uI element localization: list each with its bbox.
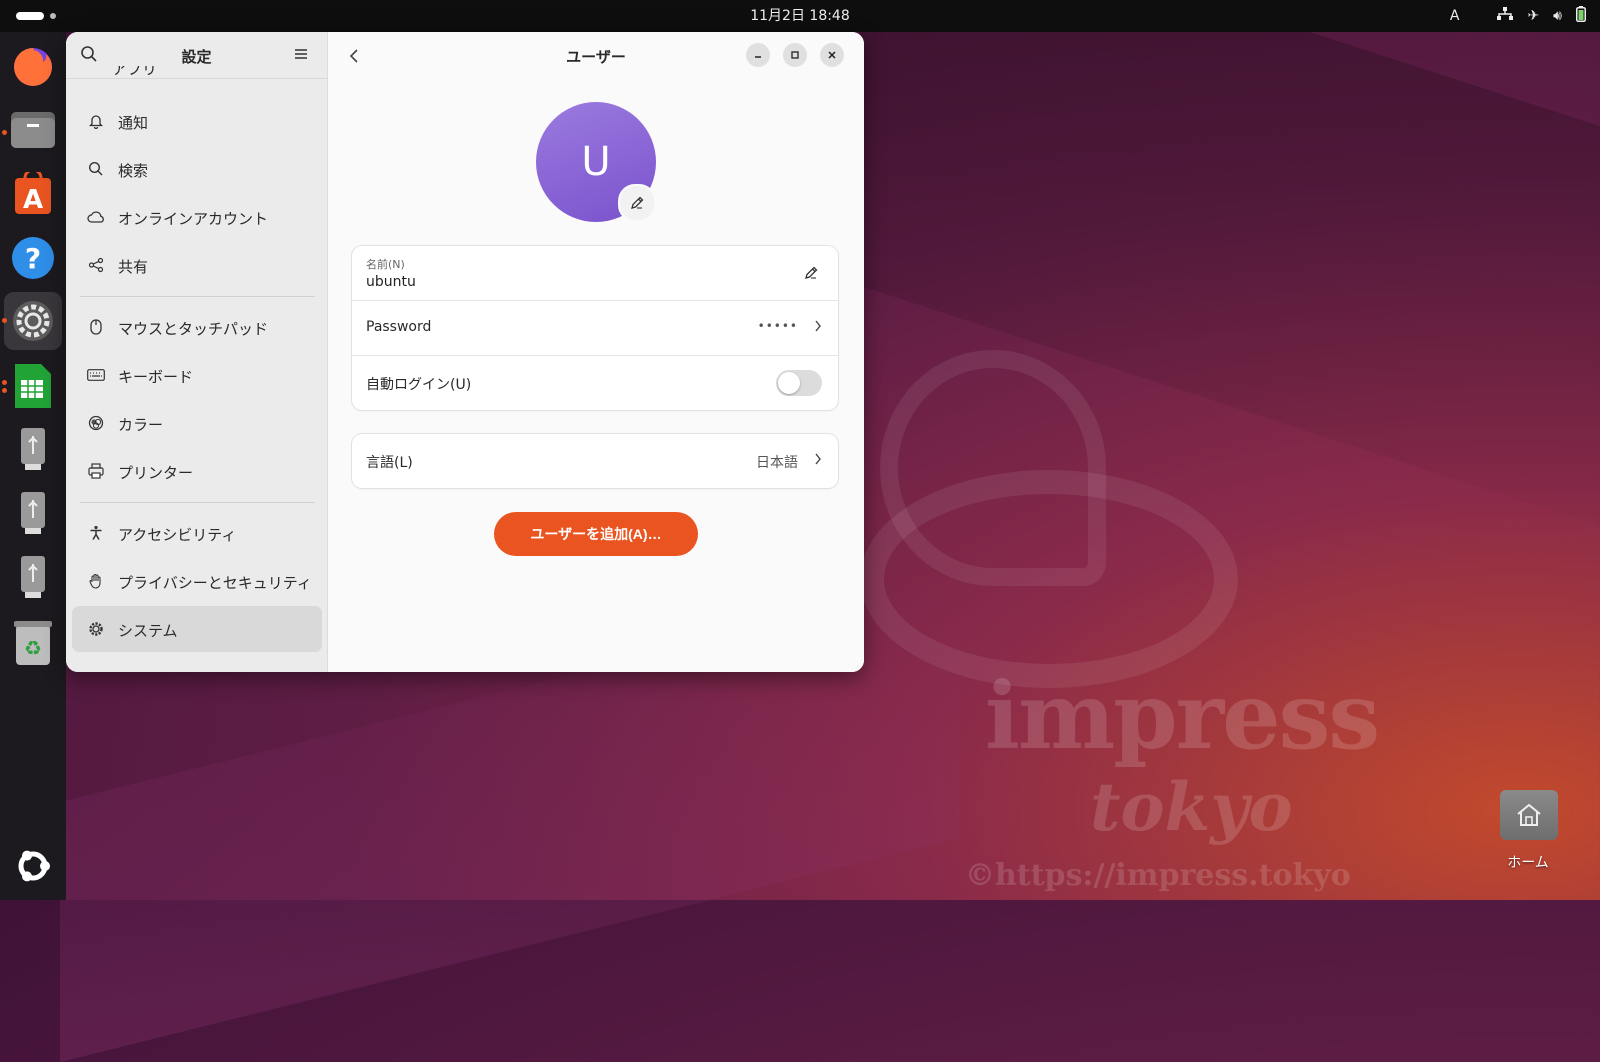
top-bar: 11月2日 18:48 A ✈ 🔊︎ — [0, 0, 1600, 32]
sidebar-item-label: アクセシビリティ — [118, 526, 237, 544]
sidebar-item-search[interactable]: 検索 — [72, 146, 322, 192]
sidebar-item-sharing[interactable]: 共有 — [72, 242, 322, 288]
svg-text:♻: ♻ — [24, 636, 42, 660]
clock[interactable]: 11月2日 18:48 — [0, 0, 1600, 32]
settings-icon[interactable] — [4, 292, 62, 350]
password-row[interactable]: Password ••••• — [352, 301, 838, 355]
watermark-bird — [880, 350, 1106, 586]
ubuntu-logo-icon[interactable] — [9, 842, 57, 890]
sidebar-item-mouse-touchpad[interactable]: マウスとタッチパッド — [72, 304, 322, 350]
gear-icon — [86, 619, 106, 639]
sidebar-item-printers[interactable]: プリンター — [72, 448, 322, 494]
menu-icon[interactable] — [292, 45, 310, 63]
usb-drive-icon[interactable] — [9, 554, 57, 602]
sidebar-item-privacy-security[interactable]: プライバシーとセキュリティ — [72, 558, 322, 604]
sidebar-item-label: オンラインアカウント — [118, 210, 269, 228]
input-method-indicator[interactable]: A — [1450, 8, 1460, 24]
dock: A ? ♻ — [0, 32, 66, 900]
cloud-icon — [86, 207, 106, 227]
autologin-label: 自動ログイン(U) — [366, 377, 472, 393]
autologin-toggle[interactable] — [776, 370, 822, 396]
sidebar-item-accessibility[interactable]: アクセシビリティ — [72, 510, 322, 556]
name-label: 名前(N) — [366, 258, 405, 271]
chevron-right-icon — [814, 452, 822, 470]
share-icon — [86, 255, 106, 275]
home-folder-label: ホーム — [1507, 855, 1549, 871]
name-value: ubuntu — [366, 274, 416, 290]
sidebar-item-keyboard[interactable]: キーボード — [72, 352, 322, 398]
files-icon[interactable] — [9, 106, 57, 154]
sidebar-header: 設定 — [66, 32, 327, 79]
account-card: 名前(N) ubuntu Password ••••• 自動ログイン(U) — [352, 246, 838, 410]
network-icon[interactable] — [1497, 7, 1514, 25]
users-panel: ユーザー U 名前(N) ubuntu Password ••••• 自動ログイ… — [328, 32, 864, 672]
sidebar-item-label: キーボード — [118, 368, 194, 386]
language-value: 日本語 — [756, 455, 798, 471]
sidebar-item-label: プライバシーとセキュリティ — [118, 574, 312, 592]
language-row[interactable]: 言語(L) 日本語 — [352, 434, 838, 488]
sidebar-item-system[interactable]: システム — [72, 606, 322, 652]
close-button[interactable] — [820, 43, 844, 67]
language-card: 言語(L) 日本語 — [352, 434, 838, 488]
running-indicator — [2, 388, 7, 393]
sidebar-item-online-accounts[interactable]: オンラインアカウント — [72, 194, 322, 240]
autologin-row: 自動ログイン(U) — [352, 356, 838, 410]
app-center-icon[interactable]: A — [9, 170, 57, 218]
sidebar-divider — [80, 502, 315, 503]
watermark-text: tokyo — [1090, 768, 1293, 846]
sidebar-item-label: マウスとタッチパッド — [118, 320, 269, 338]
toggle-knob — [778, 372, 800, 394]
battery-icon[interactable] — [1576, 6, 1586, 26]
running-indicator — [2, 318, 7, 323]
sidebar-item-notifications[interactable]: 通知 — [72, 98, 322, 144]
sidebar-item-label: プリンター — [118, 464, 194, 482]
home-folder-icon[interactable] — [1500, 790, 1558, 840]
password-label: Password — [366, 319, 432, 335]
add-user-button[interactable]: ユーザーを追加(A)… — [494, 512, 698, 556]
sidebar-item-label: 共有 — [118, 258, 149, 276]
usb-drive-icon[interactable] — [9, 426, 57, 474]
keyboard-icon — [86, 365, 106, 385]
color-icon — [86, 413, 106, 433]
settings-window: 設定 アプリ 通知 検索 オンラインアカウント 共有 マウスとタッチパッド キー… — [66, 32, 864, 672]
sidebar-title: 設定 — [181, 48, 212, 66]
language-label: 言語(L) — [366, 455, 413, 471]
settings-sidebar: 設定 アプリ 通知 検索 オンラインアカウント 共有 マウスとタッチパッド キー… — [66, 32, 328, 672]
name-row[interactable]: 名前(N) ubuntu — [352, 246, 838, 300]
help-icon[interactable]: ? — [9, 234, 57, 282]
bell-icon — [86, 111, 106, 131]
sidebar-item-partial[interactable]: アプリ — [112, 66, 157, 80]
minimize-button[interactable] — [746, 43, 770, 67]
sidebar-item-label: 検索 — [118, 162, 149, 180]
hand-icon — [86, 571, 106, 591]
watermark-text: impress — [985, 662, 1380, 770]
running-indicator — [2, 380, 7, 385]
sidebar-item-label: システム — [118, 622, 178, 640]
accessibility-icon — [86, 523, 106, 543]
sidebar-item-color[interactable]: カラー — [72, 400, 322, 446]
password-value: ••••• — [757, 319, 798, 333]
volume-icon[interactable]: 🔊︎ — [1553, 8, 1562, 24]
chevron-right-icon — [814, 319, 822, 337]
maximize-button[interactable] — [783, 43, 807, 67]
sidebar-divider — [80, 296, 315, 297]
svg-text:?: ? — [25, 242, 41, 275]
airplane-icon[interactable]: ✈ — [1527, 8, 1539, 24]
running-indicator — [2, 130, 7, 135]
usb-drive-icon[interactable] — [9, 490, 57, 538]
trash-icon[interactable]: ♻ — [9, 618, 57, 666]
system-tray[interactable]: A ✈ 🔊︎ — [1450, 0, 1586, 32]
search-icon — [86, 159, 106, 179]
spreadsheet-icon[interactable] — [9, 362, 57, 410]
sidebar-item-label: 通知 — [118, 114, 149, 132]
mouse-icon — [86, 317, 106, 337]
firefox-icon[interactable] — [9, 42, 57, 90]
svg-text:A: A — [23, 185, 43, 215]
sidebar-item-label: カラー — [118, 416, 164, 434]
edit-avatar-button[interactable] — [618, 184, 656, 222]
printer-icon — [86, 461, 106, 481]
watermark-url: ©https://impress.tokyo — [965, 858, 1351, 893]
edit-name-icon[interactable] — [804, 266, 818, 284]
